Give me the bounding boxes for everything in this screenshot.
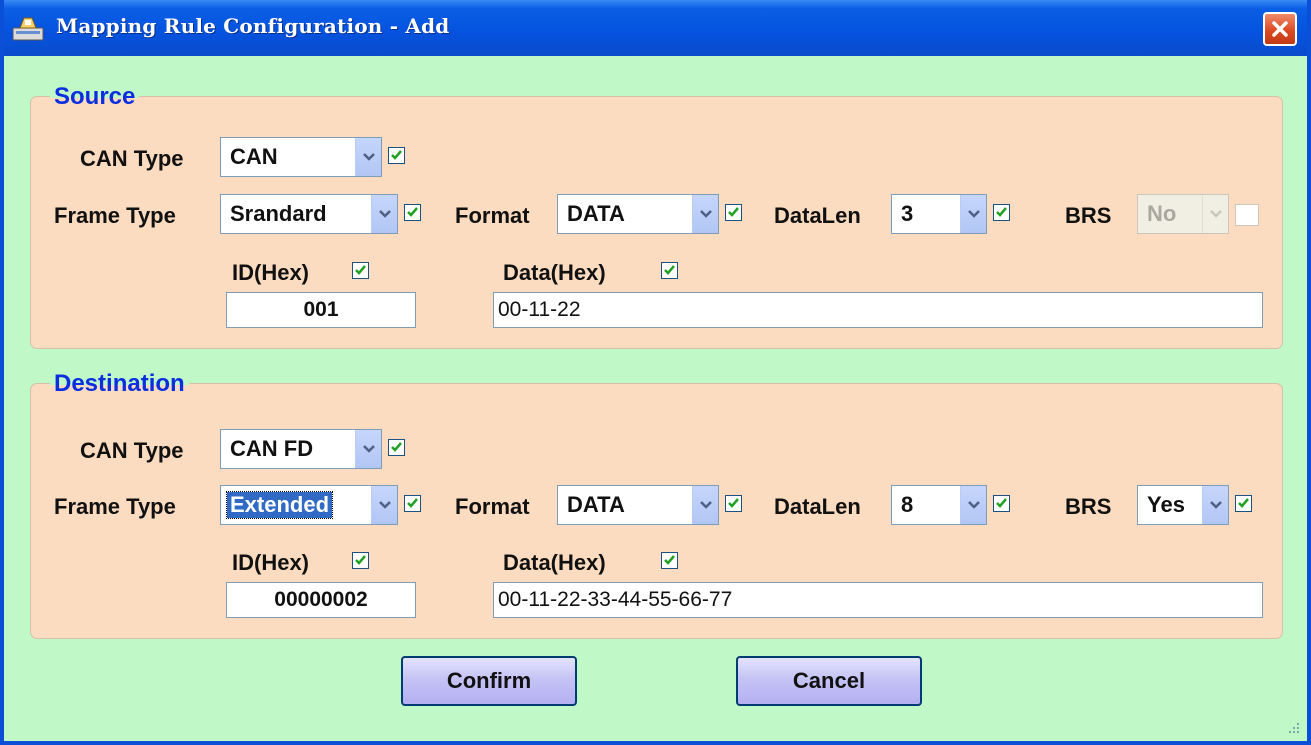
source-can-type-label: CAN Type [80, 146, 184, 171]
source-format-select[interactable]: DATA [557, 194, 719, 234]
source-data-checkbox[interactable] [661, 262, 678, 279]
destination-can-type-value: CAN FD [230, 436, 314, 461]
chevron-down-icon[interactable] [371, 195, 397, 233]
destination-frame-type-checkbox[interactable] [404, 495, 421, 512]
destination-format-label: Format [455, 494, 530, 519]
chevron-down-icon[interactable] [692, 195, 718, 233]
checkmark-icon [728, 207, 739, 217]
destination-datalen-label: DataLen [774, 494, 861, 519]
destination-can-type-select[interactable]: CAN FD [220, 429, 382, 469]
source-frame-type-select[interactable]: Srandard [220, 194, 398, 234]
checkmark-icon [996, 207, 1007, 217]
source-datalen-value: 3 [901, 201, 914, 226]
checkmark-icon [407, 207, 418, 217]
destination-format-value: DATA [567, 492, 625, 517]
destination-frame-type-value: Extended [225, 491, 334, 519]
destination-data-checkbox[interactable] [661, 552, 678, 569]
chevron-down-icon[interactable] [1202, 486, 1228, 524]
dialog-window: Mapping Rule Configuration - Add Source … [0, 0, 1311, 745]
source-frame-type-checkbox[interactable] [404, 204, 421, 221]
chevron-down-icon[interactable] [355, 138, 381, 176]
cancel-button[interactable]: Cancel [736, 656, 922, 706]
checkmark-icon [391, 150, 402, 160]
close-button[interactable] [1263, 12, 1297, 46]
destination-brs-checkbox[interactable] [1235, 495, 1252, 512]
source-id-input[interactable]: 001 [226, 292, 416, 328]
destination-format-checkbox[interactable] [725, 495, 742, 512]
destination-can-type-checkbox[interactable] [388, 439, 405, 456]
checkmark-icon [1238, 498, 1249, 508]
destination-datalen-value: 8 [901, 492, 914, 517]
destination-id-input[interactable]: 00000002 [226, 582, 416, 618]
checkmark-icon [728, 498, 739, 508]
chevron-down-icon[interactable] [692, 486, 718, 524]
app-icon [12, 17, 44, 41]
source-brs-value: No [1147, 201, 1177, 226]
source-data-input[interactable]: 00-11-22 [493, 292, 1263, 328]
source-legend: Source [50, 85, 140, 109]
checkmark-icon [996, 498, 1007, 508]
checkmark-icon [664, 555, 675, 565]
destination-legend: Destination [50, 372, 189, 396]
destination-datalen-checkbox[interactable] [993, 495, 1010, 512]
chevron-down-icon [1202, 195, 1228, 233]
destination-data-label: Data(Hex) [503, 550, 606, 575]
checkmark-icon [407, 498, 418, 508]
source-can-type-checkbox[interactable] [388, 147, 405, 164]
source-frame-type-value: Srandard [230, 201, 327, 226]
source-format-label: Format [455, 203, 530, 228]
source-can-type-value: CAN [230, 144, 278, 169]
destination-can-type-label: CAN Type [80, 438, 184, 463]
source-brs-select: No [1137, 194, 1229, 234]
source-frame-type-label: Frame Type [54, 203, 176, 228]
checkmark-icon [355, 555, 366, 565]
confirm-button[interactable]: Confirm [401, 656, 577, 706]
close-icon [1272, 21, 1288, 37]
destination-brs-select[interactable]: Yes [1137, 485, 1229, 525]
source-datalen-label: DataLen [774, 203, 861, 228]
source-can-type-select[interactable]: CAN [220, 137, 382, 177]
checkmark-icon [664, 265, 675, 275]
destination-frame-type-label: Frame Type [54, 494, 176, 519]
chevron-down-icon[interactable] [355, 430, 381, 468]
destination-frame-type-select[interactable]: Extended [220, 485, 398, 525]
resize-grip-icon[interactable] [1287, 721, 1301, 735]
checkmark-icon [391, 442, 402, 452]
source-data-value: 00-11-22 [498, 298, 581, 321]
source-id-checkbox[interactable] [352, 262, 369, 279]
chevron-down-icon[interactable] [960, 486, 986, 524]
source-id-label: ID(Hex) [232, 260, 310, 285]
destination-id-label: ID(Hex) [232, 550, 310, 575]
source-brs-label: BRS [1065, 203, 1112, 228]
source-data-label: Data(Hex) [503, 260, 606, 285]
checkmark-icon [355, 265, 366, 275]
source-datalen-checkbox[interactable] [993, 204, 1010, 221]
chevron-down-icon[interactable] [371, 486, 397, 524]
title-bar[interactable]: Mapping Rule Configuration - Add [4, 0, 1307, 56]
window-title: Mapping Rule Configuration - Add [56, 14, 450, 38]
source-id-value: 001 [303, 298, 339, 321]
destination-id-value: 00000002 [274, 588, 368, 611]
chevron-down-icon[interactable] [960, 195, 986, 233]
destination-data-input[interactable]: 00-11-22-33-44-55-66-77 [493, 582, 1263, 618]
source-datalen-select[interactable]: 3 [891, 194, 987, 234]
source-brs-checkbox [1235, 204, 1259, 226]
destination-brs-label: BRS [1065, 494, 1112, 519]
destination-format-select[interactable]: DATA [557, 485, 719, 525]
destination-brs-value: Yes [1147, 492, 1185, 517]
destination-datalen-select[interactable]: 8 [891, 485, 987, 525]
destination-data-value: 00-11-22-33-44-55-66-77 [498, 588, 733, 611]
destination-id-checkbox[interactable] [352, 552, 369, 569]
source-format-checkbox[interactable] [725, 204, 742, 221]
source-format-value: DATA [567, 201, 625, 226]
